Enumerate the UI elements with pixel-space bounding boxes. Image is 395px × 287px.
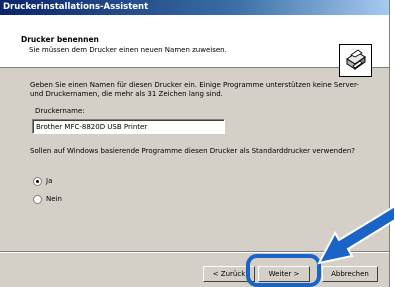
instruction-text: Geben Sie einen Namen für diesen Drucker…	[30, 81, 359, 98]
radio-ja[interactable]	[33, 177, 42, 186]
window-title: Druckerinstallations-Assistent	[0, 0, 389, 15]
wizard-window: Druckerinstallations-Assistent Drucker b…	[0, 0, 390, 287]
radio-ja-label[interactable]: Ja	[46, 177, 52, 185]
header-title: Drucker benennen	[21, 35, 99, 44]
highlight-ring	[246, 254, 321, 287]
footer-separator	[0, 251, 389, 253]
wizard-header: Drucker benennen Sie müssen dem Drucker …	[0, 15, 389, 77]
default-printer-question: Sollen auf Windows basierende Programme …	[30, 147, 355, 155]
printer-name-input[interactable]	[32, 119, 225, 134]
header-subtitle: Sie müssen dem Drucker einen neuen Namen…	[29, 46, 227, 54]
printer-name-label: Druckername:	[35, 107, 85, 115]
printer-icon	[339, 44, 372, 77]
radio-nein[interactable]	[33, 195, 42, 204]
cancel-button[interactable]: Abbrechen	[322, 266, 378, 282]
radio-nein-label[interactable]: Nein	[46, 195, 62, 203]
